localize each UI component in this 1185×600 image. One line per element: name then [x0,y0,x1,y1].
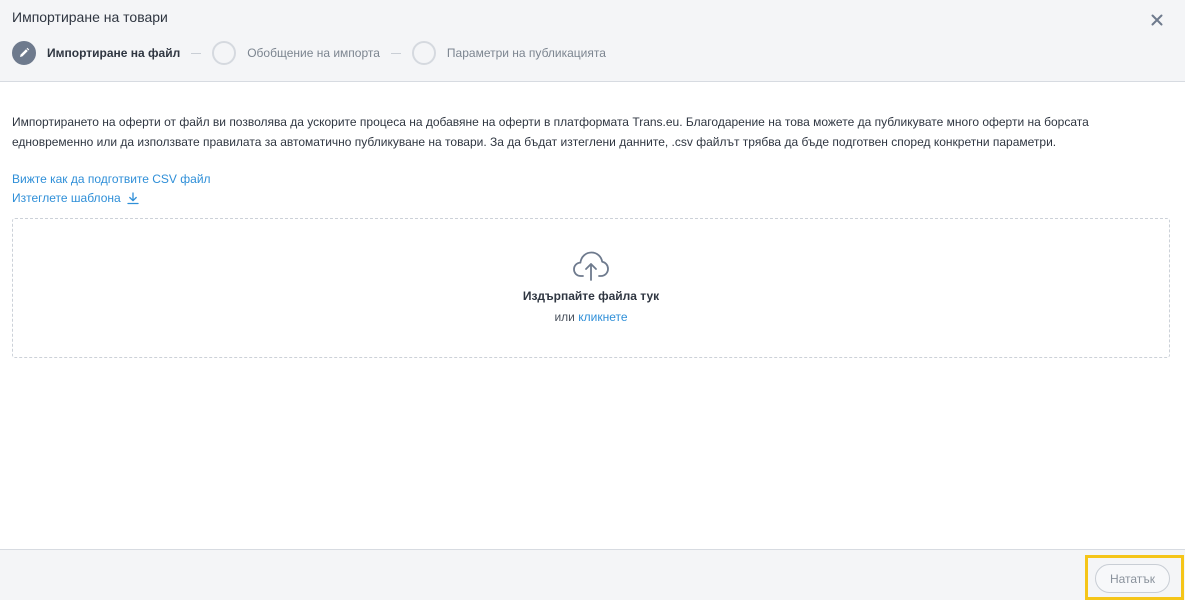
next-button[interactable]: Нататък [1095,564,1170,593]
file-dropzone[interactable]: Издърпайте файла тук или кликнете [12,218,1170,358]
csv-guide-link-label: Вижте как да подготвите CSV файл [12,172,211,186]
cloud-upload-icon [572,249,610,283]
step-separator [191,52,202,54]
pencil-icon [18,47,30,59]
download-icon [127,192,139,205]
dropzone-click-link[interactable]: кликнете [578,310,627,324]
download-template-link[interactable]: Изтеглете шаблона [12,189,211,208]
import-dialog: Импортиране на товари Импортиране на фай… [0,0,1185,600]
dropzone-or-text: или [554,310,575,324]
dropzone-title: Издърпайте файла тук [522,289,660,303]
step-3-label: Параметри на публикацията [446,46,606,60]
dialog-title: Импортиране на товари [12,9,168,25]
close-icon[interactable] [1149,12,1165,28]
dialog-footer [0,549,1185,600]
step-publication-params: Параметри на публикацията [411,41,606,65]
step-2-label: Обобщение на импорта [247,46,380,60]
step-import-summary: Обобщение на импорта [212,41,380,65]
import-description: Импортирането на оферти от файл ви позво… [12,115,1089,149]
dropzone-subtitle: или кликнете [13,310,1169,324]
step-1-circle [12,41,36,65]
step-separator [390,52,401,54]
download-template-link-label: Изтеглете шаблона [12,191,121,205]
csv-guide-link[interactable]: Вижте как да подготвите CSV файл [12,170,211,189]
stepper: Импортиране на файл Обобщение на импорта… [12,40,606,66]
help-links: Вижте как да подготвите CSV файл Изтегле… [12,170,211,208]
dialog-header: Импортиране на товари Импортиране на фай… [0,0,1185,82]
dialog-content: Импортирането на оферти от файл ви позво… [12,112,1172,205]
step-3-circle [411,41,436,65]
step-1-label: Импортиране на файл [47,46,181,60]
step-import-file: Импортиране на файл [12,41,180,65]
step-2-circle [212,41,237,65]
